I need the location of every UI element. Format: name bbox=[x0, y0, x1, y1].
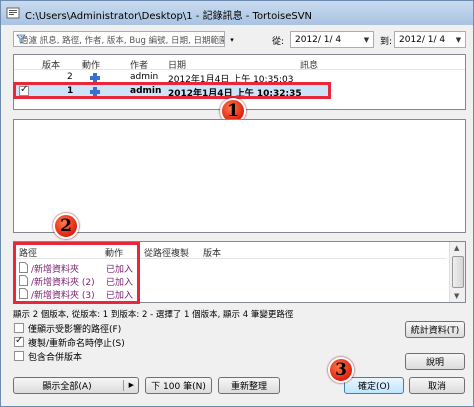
from-date-value: 2012/ 1/ 4 bbox=[295, 35, 342, 45]
split-divider bbox=[123, 380, 124, 391]
help-button[interactable]: 說明 bbox=[405, 353, 465, 370]
include-merged-checkbox[interactable] bbox=[14, 351, 24, 361]
scroll-thumb[interactable] bbox=[452, 256, 464, 288]
annotation-marker-2: 2 bbox=[53, 213, 79, 239]
show-all-button[interactable]: 顯示全部(A) ▶ bbox=[13, 377, 139, 394]
title-bar: C:\Users\Administrator\Desktop\1 - 記錄訊息 … bbox=[1, 1, 473, 25]
annotation-marker-3: 3 bbox=[328, 357, 354, 383]
author: admin bbox=[130, 72, 159, 82]
log-dialog: C:\Users\Administrator\Desktop\1 - 記錄訊息 … bbox=[0, 0, 474, 407]
stop-on-copy-label[interactable]: 複製/重新命名時停止(S) bbox=[28, 336, 125, 349]
cancel-button[interactable]: 取消 bbox=[409, 377, 465, 394]
next-100-button[interactable]: 下 100 筆(N) bbox=[145, 377, 212, 394]
statistics-button[interactable]: 統計資料(T) bbox=[405, 321, 465, 338]
from-label: 從: bbox=[272, 37, 285, 47]
from-date-picker[interactable]: 2012/ 1/ 4 ▼ bbox=[290, 31, 374, 48]
vertical-scrollbar[interactable]: ▲ ▼ bbox=[449, 242, 465, 302]
filter-placeholder: 過濾 訊息, 路徑, 作者, 版本, Bug 編號, 日期, 日期範圍 bbox=[20, 36, 225, 46]
include-merged-label[interactable]: 包含合併版本 bbox=[28, 350, 82, 363]
affected-paths-checkbox[interactable] bbox=[14, 323, 24, 333]
ok-button[interactable]: 確定(O) bbox=[344, 377, 404, 394]
stop-on-copy-checkbox[interactable] bbox=[14, 335, 24, 347]
chevron-down-icon: ▼ bbox=[455, 35, 462, 44]
highlight-box-paths bbox=[13, 242, 140, 304]
chevron-down-icon: ▼ bbox=[363, 35, 370, 44]
refresh-button[interactable]: 重新整理 bbox=[218, 377, 280, 394]
scroll-down-icon[interactable]: ▼ bbox=[454, 292, 459, 300]
affected-paths-label[interactable]: 僅顯示受影響的路徑(F) bbox=[28, 322, 121, 335]
chevron-right-icon[interactable]: ▶ bbox=[129, 381, 134, 389]
filter-dropdown-button[interactable]: ▾ bbox=[227, 35, 237, 45]
highlight-box-revision bbox=[13, 82, 331, 99]
to-label: 到: bbox=[380, 37, 393, 47]
revision-number: 2 bbox=[67, 72, 73, 82]
status-text: 顯示 2 個版本, 從版本: 1 到版本: 2 - 選擇了 1 個版本, 顯示 … bbox=[13, 310, 294, 320]
to-date-picker[interactable]: 2012/ 1/ 4 ▼ bbox=[394, 31, 466, 48]
to-date-value: 2012/ 1/ 4 bbox=[399, 35, 446, 45]
filter-input[interactable]: 過濾 訊息, 路徑, 作者, 版本, Bug 編號, 日期, 日期範圍 bbox=[13, 31, 225, 47]
tortoisesvn-icon bbox=[6, 7, 20, 19]
header-divider bbox=[14, 69, 465, 70]
message-box[interactable] bbox=[13, 119, 466, 233]
show-all-label: 顯示全部(A) bbox=[42, 382, 92, 392]
scroll-up-icon[interactable]: ▲ bbox=[454, 244, 459, 252]
window-title: C:\Users\Administrator\Desktop\1 - 記錄訊息 … bbox=[25, 11, 313, 22]
